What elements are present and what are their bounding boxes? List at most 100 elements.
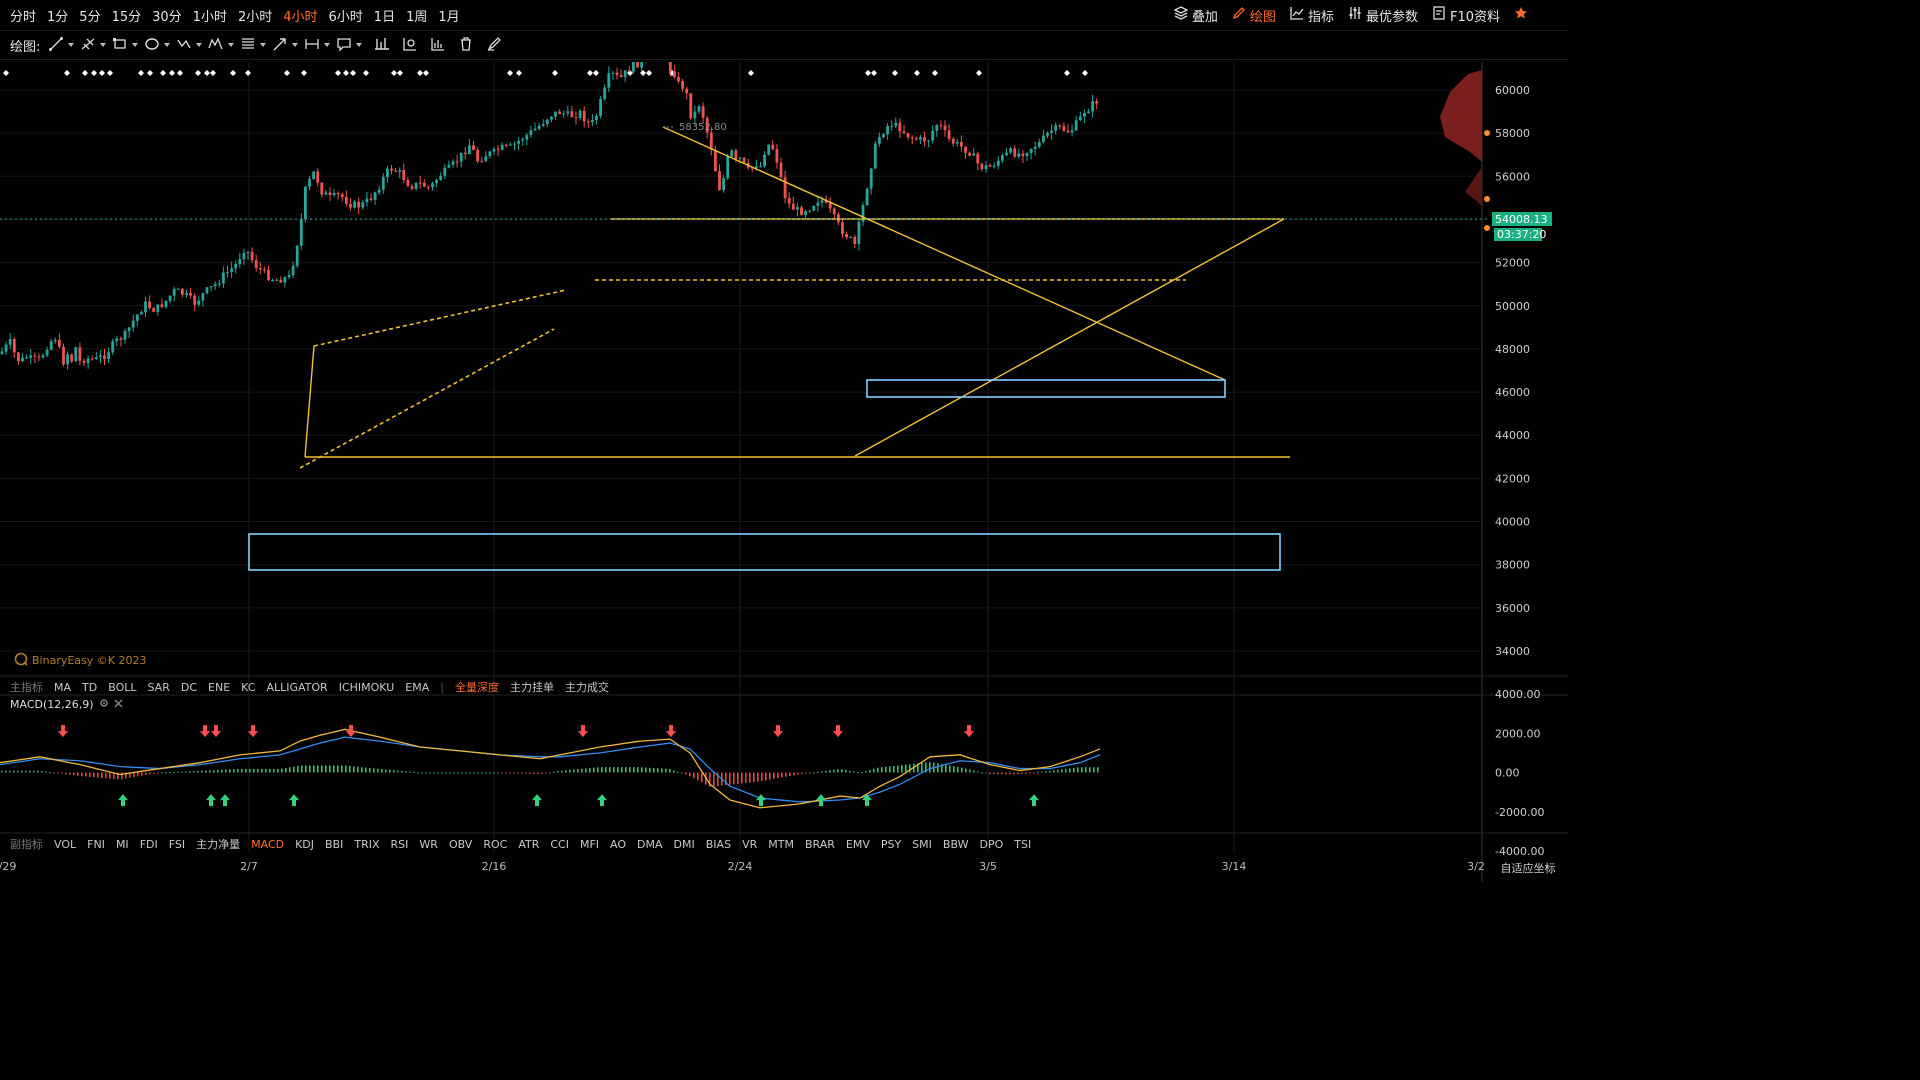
sub-indicator-27[interactable]: BBW bbox=[943, 838, 969, 851]
sub-indicator-23[interactable]: BRAR bbox=[805, 838, 835, 851]
main-indicator-4[interactable]: DC bbox=[181, 681, 197, 694]
depth-indicator-0[interactable]: 全量深度 bbox=[455, 679, 499, 695]
sub-indicator-17[interactable]: AO bbox=[610, 838, 626, 851]
macd-hist-bar-18 bbox=[73, 772, 75, 776]
comment-tool[interactable] bbox=[336, 36, 363, 55]
depth-indicator-2[interactable]: 主力成交 bbox=[565, 679, 609, 695]
sub-indicator-9[interactable]: TRIX bbox=[354, 838, 379, 851]
sub-indicator-25[interactable]: PSY bbox=[881, 838, 901, 851]
sub-indicator-13[interactable]: ROC bbox=[483, 838, 507, 851]
candle-body-215 bbox=[882, 134, 885, 138]
sub-indicator-10[interactable]: RSI bbox=[391, 838, 409, 851]
sub-indicator-0[interactable]: VOL bbox=[54, 838, 76, 851]
timeframe-1[interactable]: 1分 bbox=[41, 6, 73, 25]
sub-indicator-19[interactable]: DMI bbox=[674, 838, 695, 851]
drawing-button[interactable]: 绘图 bbox=[1232, 6, 1276, 25]
fib-tool[interactable] bbox=[80, 36, 107, 55]
signal-diamond-3 bbox=[91, 70, 97, 76]
timeframe-10[interactable]: 1周 bbox=[400, 6, 432, 25]
sub-indicator-7[interactable]: KDJ bbox=[295, 838, 314, 851]
brush-tool[interactable] bbox=[486, 36, 502, 55]
main-indicator-9[interactable]: EMA bbox=[405, 681, 429, 694]
sub-indicator-4[interactable]: FSI bbox=[169, 838, 185, 851]
sub-indicator-15[interactable]: CCI bbox=[550, 838, 569, 851]
sub-indicator-1[interactable]: FNI bbox=[87, 838, 105, 851]
sub-indicator-14[interactable]: ATR bbox=[518, 838, 539, 851]
macd-hist-bar-138 bbox=[553, 771, 555, 773]
candle-body-46 bbox=[189, 293, 192, 296]
y-tick-4: 52000 bbox=[1495, 257, 1530, 270]
sub-indicator-6[interactable]: MACD bbox=[251, 838, 284, 851]
main-indicator-2[interactable]: BOLL bbox=[108, 681, 136, 694]
axis-mode-button[interactable]: 自适应坐标 bbox=[1488, 860, 1568, 876]
sub-indicator-5[interactable]: 主力净量 bbox=[196, 836, 240, 852]
delete-drawings-button[interactable] bbox=[458, 36, 474, 55]
pattern-tool[interactable] bbox=[176, 36, 203, 55]
gann-tool[interactable] bbox=[240, 36, 267, 55]
macd-hist-bar-0 bbox=[1, 770, 3, 773]
sub-indicator-20[interactable]: BIAS bbox=[706, 838, 731, 851]
projection-tool[interactable] bbox=[402, 36, 418, 55]
y-tick-9: 42000 bbox=[1495, 472, 1530, 485]
bar-pattern-tool[interactable] bbox=[374, 36, 390, 55]
timeframe-9[interactable]: 1日 bbox=[368, 6, 400, 25]
macd-hist-bar-225 bbox=[901, 765, 903, 773]
sub-indicator-28[interactable]: DPO bbox=[979, 838, 1003, 851]
sub-indicator-26[interactable]: SMI bbox=[912, 838, 932, 851]
ellipse-tool[interactable] bbox=[144, 36, 171, 55]
macd-hist-bar-262 bbox=[1049, 770, 1051, 773]
measure-tool[interactable] bbox=[304, 36, 331, 55]
sub-indicator-29[interactable]: TSI bbox=[1014, 838, 1031, 851]
sub-indicator-22[interactable]: MTM bbox=[768, 838, 794, 851]
timeframe-3[interactable]: 15分 bbox=[106, 6, 147, 25]
sub-indicator-12[interactable]: OBV bbox=[449, 838, 472, 851]
best-params-button[interactable]: 最优参数 bbox=[1348, 6, 1418, 25]
sub-indicator-2[interactable]: MI bbox=[116, 838, 129, 851]
main-indicator-3[interactable]: SAR bbox=[148, 681, 170, 694]
macd-hist-bar-79 bbox=[317, 765, 319, 773]
f10-button[interactable]: F10资料 bbox=[1432, 6, 1500, 25]
sub-indicator-3[interactable]: FDI bbox=[140, 838, 158, 851]
histogram-tool[interactable] bbox=[430, 36, 446, 55]
main-indicator-8[interactable]: ICHIMOKU bbox=[339, 681, 395, 694]
candle-body-112 bbox=[459, 152, 463, 162]
main-indicator-1[interactable]: TD bbox=[82, 681, 97, 694]
candle-body-256 bbox=[1050, 130, 1053, 133]
close-icon[interactable] bbox=[114, 698, 123, 711]
candle-body-7 bbox=[29, 355, 33, 358]
sub-indicator-24[interactable]: EMV bbox=[846, 838, 870, 851]
timeframe-7[interactable]: 4小时 bbox=[277, 6, 322, 25]
timeframe-2[interactable]: 5分 bbox=[73, 6, 105, 25]
macd-hist-bar-87 bbox=[349, 765, 351, 773]
settings-icon[interactable] bbox=[99, 698, 109, 711]
line-chart-icon bbox=[1290, 6, 1304, 24]
sub-indicator-21[interactable]: VR bbox=[742, 838, 757, 851]
sub-indicator-16[interactable]: MFI bbox=[580, 838, 599, 851]
timeframe-4[interactable]: 30分 bbox=[146, 6, 187, 25]
main-indicator-0[interactable]: MA bbox=[54, 681, 71, 694]
timeframe-0[interactable]: 分时 bbox=[4, 6, 41, 25]
candle-body-69 bbox=[283, 277, 287, 283]
sub-indicator-8[interactable]: BBI bbox=[325, 838, 343, 851]
timeframe-5[interactable]: 1小时 bbox=[187, 6, 232, 25]
timeframe-8[interactable]: 6小时 bbox=[323, 6, 368, 25]
candle-body-208 bbox=[853, 236, 857, 244]
macd-hist-bar-37 bbox=[149, 772, 151, 775]
main-indicator-5[interactable]: ENE bbox=[208, 681, 230, 694]
depth-indicator-1[interactable]: 主力挂单 bbox=[510, 679, 554, 695]
favorite-button[interactable] bbox=[1514, 6, 1528, 24]
main-indicator-6[interactable]: KC bbox=[241, 681, 255, 694]
macd-hist-bar-95 bbox=[381, 769, 383, 773]
sub-indicator-18[interactable]: DMA bbox=[637, 838, 663, 851]
arrow-tool[interactable] bbox=[272, 36, 299, 55]
main-indicator-7[interactable]: ALLIGATOR bbox=[266, 681, 327, 694]
timeframe-6[interactable]: 2小时 bbox=[232, 6, 277, 25]
indicator-button[interactable]: 指标 bbox=[1290, 6, 1334, 25]
sub-indicator-11[interactable]: WR bbox=[419, 838, 438, 851]
timeframe-11[interactable]: 1月 bbox=[432, 6, 464, 25]
price-chart[interactable]: 6000058000560005400052000500004800046000… bbox=[0, 62, 1568, 882]
wave-tool[interactable] bbox=[208, 36, 235, 55]
overlay-button[interactable]: 叠加 bbox=[1173, 6, 1218, 25]
trendline-tool[interactable] bbox=[48, 36, 75, 55]
rectangle-tool[interactable] bbox=[112, 36, 139, 55]
